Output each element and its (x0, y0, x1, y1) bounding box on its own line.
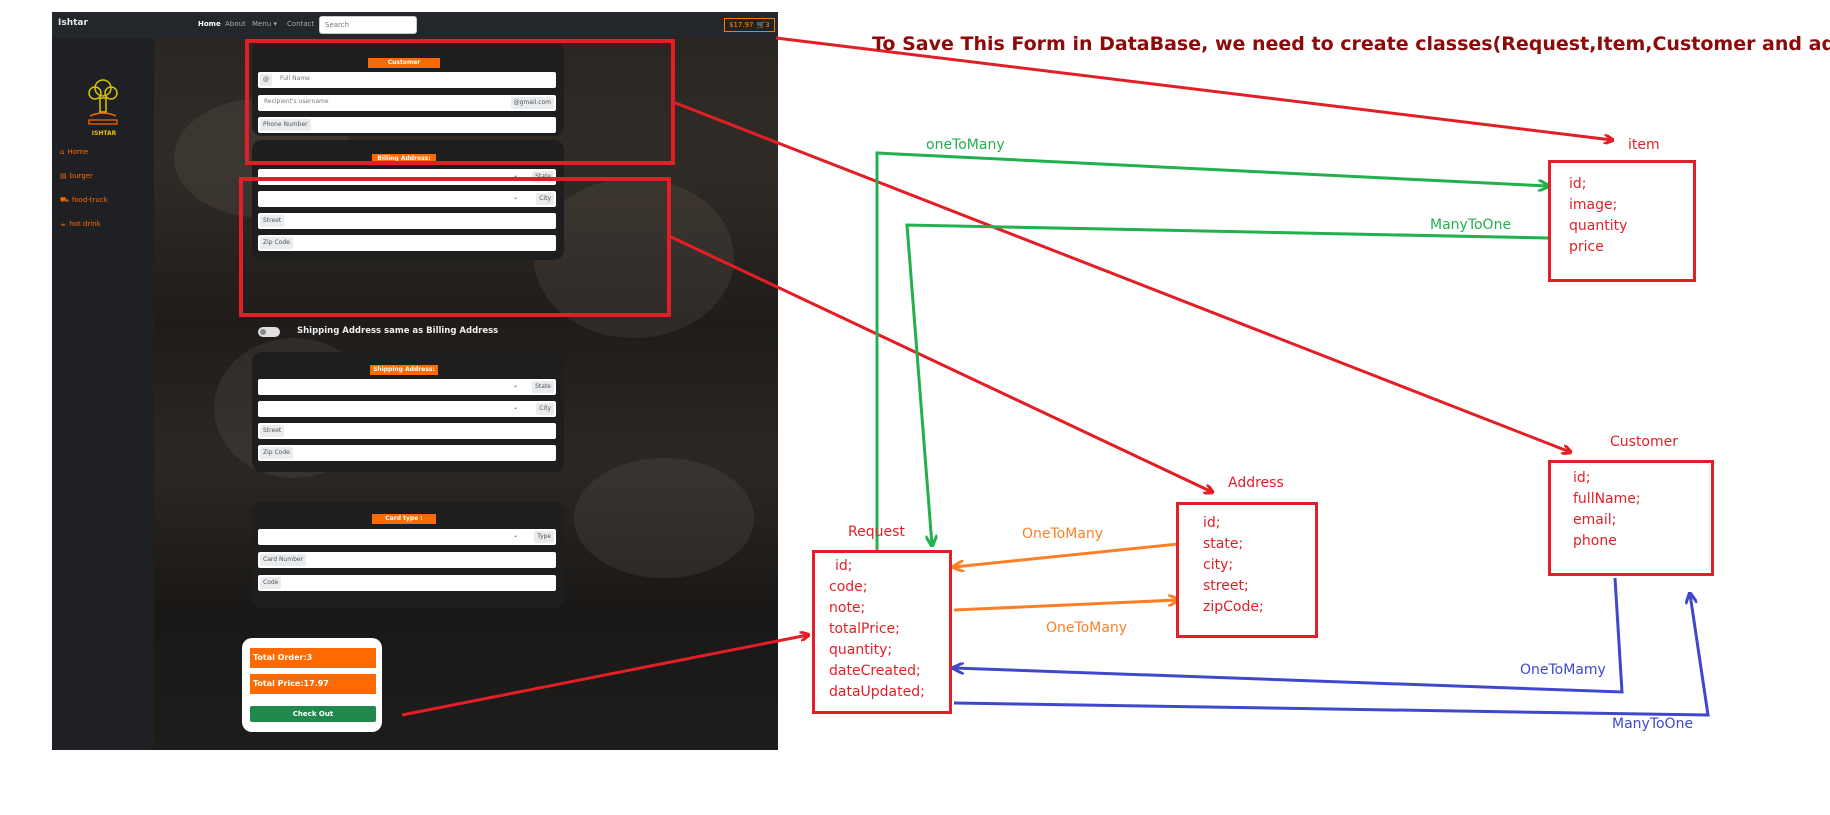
relation-label: OneToMany (1046, 620, 1128, 636)
address-field: id; (1203, 515, 1221, 531)
request-customer-many-to-one-arrow (953, 594, 1710, 717)
customer-class-name: Customer (1610, 434, 1679, 450)
item-class-name: item (1628, 137, 1660, 153)
request-class-box: id; code; note; totalPrice; quantity; da… (812, 550, 952, 714)
stage: { "screenshot": { "brand": "Ishtar", "na… (0, 0, 1830, 815)
request-field: id; (835, 558, 853, 574)
relation-label: OneToMany (1022, 526, 1104, 542)
item-field: id; (1569, 176, 1587, 192)
address-field: zipCode; (1203, 599, 1264, 615)
item-field: price (1569, 239, 1604, 255)
item-class-box: id; image; quantity price (1548, 160, 1696, 282)
address-field: city; (1203, 557, 1234, 573)
customer-field: email; (1573, 512, 1617, 528)
billing-highlight-box (239, 177, 671, 317)
relation-label: oneToMany (926, 137, 1005, 153)
address-field: street; (1203, 578, 1249, 594)
item-field: image; (1569, 197, 1618, 213)
relation-label: ManyToOne (1612, 716, 1694, 732)
request-address-one-to-many-arrow (953, 600, 1178, 612)
address-field: state; (1203, 536, 1244, 552)
request-field: note; (829, 600, 866, 616)
request-field: quantity; (829, 642, 893, 658)
request-item-one-to-many-arrow (875, 151, 1548, 550)
customer-field: id; (1573, 470, 1591, 486)
item-field: quantity (1569, 218, 1628, 234)
checkout-to-request-arrow (401, 635, 808, 717)
request-field: dateCreated; (829, 663, 921, 679)
item-request-many-to-one-arrow (905, 223, 1549, 545)
relation-label: ManyToOne (1430, 217, 1512, 233)
address-request-one-to-many-arrow (954, 542, 1179, 567)
customer-field: phone (1573, 533, 1617, 549)
billing-to-address-arrow (668, 234, 1212, 492)
address-class-name: Address (1228, 475, 1284, 491)
request-class-name: Request (848, 524, 905, 540)
customer-highlight-box (245, 39, 675, 165)
diagram-title: To Save This Form in DataBase, we need t… (872, 33, 1830, 55)
customer-class-box: id; fullName; email; phone (1548, 460, 1714, 576)
request-field: code; (829, 579, 868, 595)
customer-field: fullName; (1573, 491, 1641, 507)
relation-label: OneToMamy (1520, 662, 1606, 678)
address-class-box: id; state; city; street; zipCode; (1176, 502, 1318, 638)
request-field: dataUpdated; (829, 684, 925, 700)
request-field: totalPrice; (829, 621, 900, 637)
customer-to-customer-class-arrow (672, 100, 1570, 452)
